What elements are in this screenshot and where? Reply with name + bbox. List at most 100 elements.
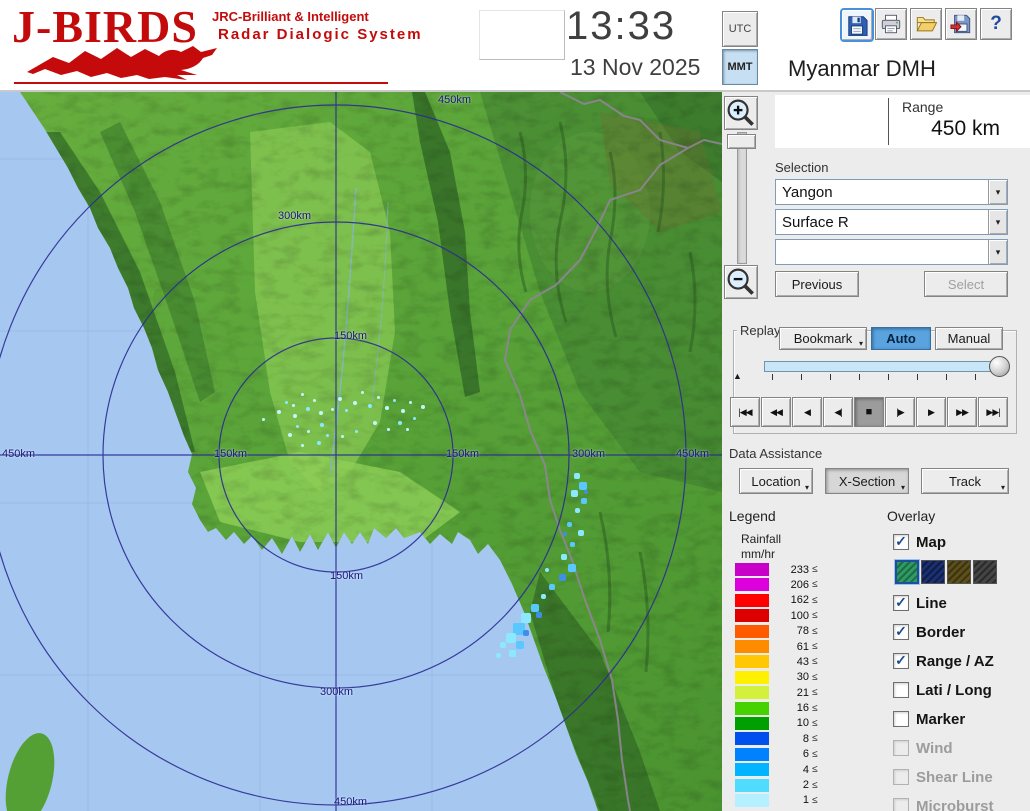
microburst-checkbox: [893, 798, 909, 811]
legend-threshold-value: 233: [773, 564, 809, 576]
legend-threshold-value: 206: [773, 579, 809, 591]
legend-row: 78≤: [735, 625, 835, 638]
zoom-in-button[interactable]: [724, 96, 758, 130]
replay-label: Replay: [737, 323, 783, 338]
border-checkbox[interactable]: ✓: [893, 624, 909, 640]
replay-fast-forward-button[interactable]: ▶▶: [947, 397, 977, 427]
replay-play-reverse-button[interactable]: ◀: [792, 397, 822, 427]
extra-combobox[interactable]: ▾: [775, 239, 1008, 265]
shear-line-checkbox: [893, 769, 909, 785]
line-checkbox[interactable]: ✓: [893, 595, 909, 611]
mmt-toggle-button[interactable]: MMT: [722, 49, 758, 85]
location-button[interactable]: Location▾: [739, 468, 813, 494]
help-button[interactable]: ?: [980, 8, 1012, 40]
export-icon: [950, 13, 972, 35]
print-button[interactable]: [875, 8, 907, 40]
overlay-item-microburst: Microburst: [893, 795, 1030, 811]
less-equal-icon: ≤: [812, 780, 818, 791]
replay-play-button[interactable]: ▶: [916, 397, 946, 427]
timeline-thumb[interactable]: [989, 356, 1010, 377]
select-button[interactable]: Select: [924, 271, 1008, 297]
auto-mode-button[interactable]: Auto: [871, 327, 931, 350]
timeline-tick: [772, 374, 773, 380]
less-equal-icon: ≤: [812, 610, 818, 621]
legend-row: 162≤: [735, 594, 835, 607]
overlay-item-map: ✓ Map: [893, 531, 1030, 553]
range-ring-label: 300km: [320, 686, 353, 698]
range-ring-label: 300km: [278, 210, 311, 222]
less-equal-icon: ≤: [812, 595, 818, 606]
legend-color-swatch: [735, 640, 769, 653]
x-section-button[interactable]: X-Section▾: [825, 468, 909, 494]
overlay-item-shear-line: Shear Line: [893, 766, 1030, 788]
legend-threshold-value: 100: [773, 610, 809, 622]
legend-threshold-value: 78: [773, 625, 809, 637]
range-ring-label: 450km: [334, 796, 367, 808]
less-equal-icon: ≤: [812, 718, 818, 729]
utc-toggle-button[interactable]: UTC: [722, 11, 758, 47]
legend-color-swatch: [735, 563, 769, 576]
map-style-swatch-2[interactable]: [947, 560, 971, 584]
data-assistance-label: Data Assistance: [729, 446, 822, 461]
clock-time: 13:33: [566, 4, 676, 49]
radar-map[interactable]: 450km300km150km450km150km150km300km450km…: [0, 92, 722, 811]
save-button[interactable]: [840, 8, 874, 42]
timeline-tick: [888, 374, 889, 380]
overlay-item-lati-long: Lati / Long: [893, 679, 1030, 701]
legend-title: Legend: [729, 508, 776, 524]
lati-long-checkbox[interactable]: [893, 682, 909, 698]
track-button-label: Track: [949, 474, 981, 489]
map-style-swatch-1[interactable]: [921, 560, 945, 584]
map-style-swatch-3[interactable]: [973, 560, 997, 584]
map-checkbox[interactable]: ✓: [893, 534, 909, 550]
legend-threshold-value: 2: [773, 779, 809, 791]
map-checkbox-label: Map: [916, 534, 946, 551]
bookmark-button[interactable]: Bookmark ▾: [779, 327, 867, 350]
track-button[interactable]: Track▾: [921, 468, 1009, 494]
product-combobox[interactable]: Surface R ▾: [775, 209, 1008, 235]
extra-combobox-value: [776, 240, 988, 264]
less-equal-icon: ≤: [812, 626, 818, 637]
wind-checkbox-label: Wind: [916, 740, 953, 757]
map-style-swatch-0[interactable]: [895, 560, 919, 584]
range-value: 450 km: [888, 117, 1000, 141]
legend-color-swatch: [735, 717, 769, 730]
replay-timeline-slider[interactable]: [764, 361, 1008, 372]
previous-button[interactable]: Previous: [775, 271, 859, 297]
replay-step-back-button[interactable]: ◀|: [823, 397, 853, 427]
open-file-button[interactable]: [910, 8, 942, 40]
replay-skip-to-start-button[interactable]: |◀◀: [730, 397, 760, 427]
legend-threshold-value: 43: [773, 656, 809, 668]
replay-skip-to-end-button[interactable]: ▶▶|: [978, 397, 1008, 427]
timeline-tick: [859, 374, 860, 380]
zoom-out-button[interactable]: [724, 265, 758, 299]
site-combobox[interactable]: Yangon ▾: [775, 179, 1008, 205]
export-button[interactable]: [945, 8, 977, 40]
legend-row: 2≤: [735, 778, 835, 791]
overlay-checkbox-list: ✓Map✓Line✓Border✓Range / AZLati / LongMa…: [893, 531, 1030, 811]
chevron-down-icon[interactable]: ▾: [988, 240, 1007, 264]
legend-row: 61≤: [735, 640, 835, 653]
microburst-checkbox-label: Microburst: [916, 798, 994, 811]
overlay-item-border: ✓ Border: [893, 621, 1030, 643]
replay-fast-rewind-button[interactable]: ◀◀: [761, 397, 791, 427]
eagle-logo-icon: [20, 44, 350, 80]
chevron-down-icon[interactable]: ▾: [988, 210, 1007, 234]
dropdown-corner-icon: ▾: [859, 340, 863, 348]
zoom-slider[interactable]: [737, 132, 747, 264]
marker-checkbox[interactable]: [893, 711, 909, 727]
overlay-item-range-az: ✓Range / AZ: [893, 650, 1030, 672]
legend-color-swatch: [735, 655, 769, 668]
border-checkbox-label: Border: [916, 624, 965, 641]
legend-row: 21≤: [735, 686, 835, 699]
replay-stop-button[interactable]: ■: [854, 397, 884, 427]
legend-row: 30≤: [735, 671, 835, 684]
legend-unit-line1: Rainfall: [741, 532, 781, 546]
replay-step-forward-button[interactable]: |▶: [885, 397, 915, 427]
chevron-down-icon[interactable]: ▾: [988, 180, 1007, 204]
zoom-slider-thumb[interactable]: [727, 134, 756, 149]
range-az-checkbox[interactable]: ✓: [893, 653, 909, 669]
manual-mode-button[interactable]: Manual: [935, 327, 1003, 350]
legend-color-swatch: [735, 578, 769, 591]
range-label: Range: [902, 99, 943, 115]
